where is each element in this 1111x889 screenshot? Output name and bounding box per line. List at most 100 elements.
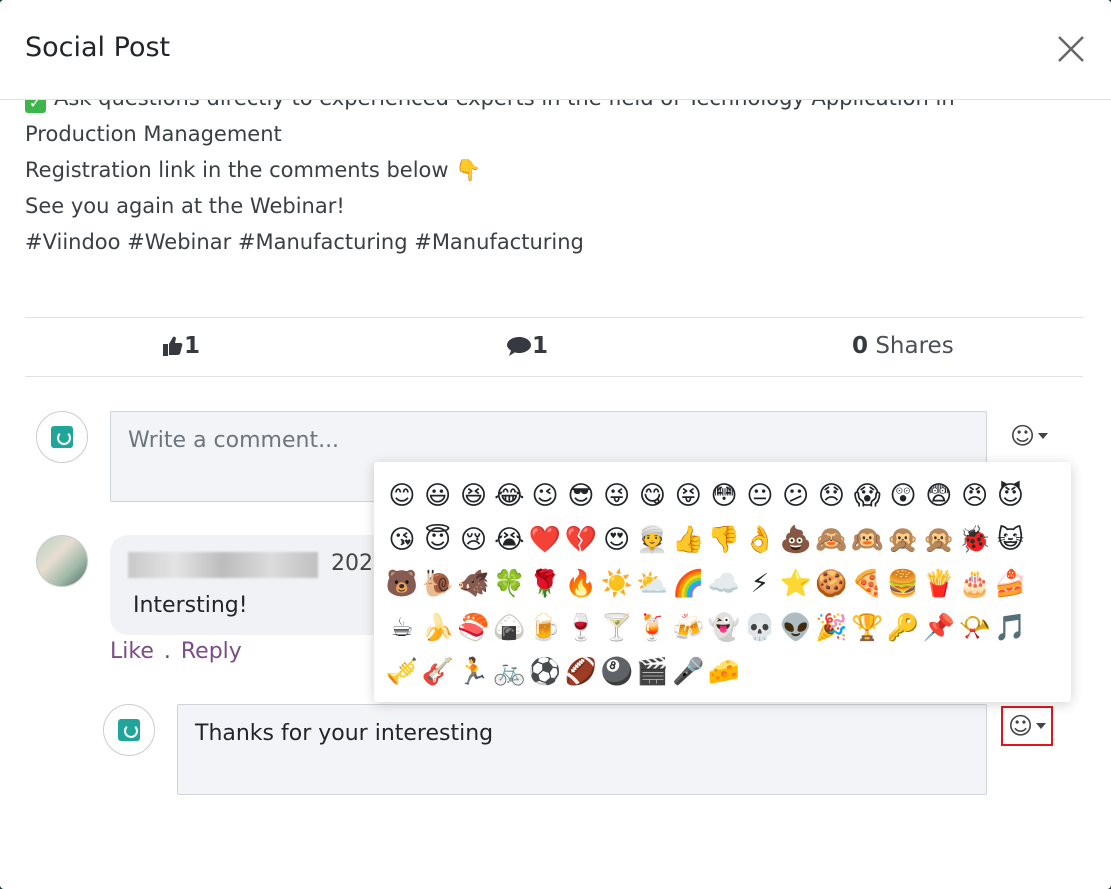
like-link[interactable]: Like [110,639,154,664]
emoji-option[interactable]: 😳 [706,474,742,518]
emoji-option[interactable]: 🍰 [993,562,1029,606]
emoji-option[interactable]: 🍔 [885,562,921,606]
emoji-option[interactable]: 😝 [670,474,706,518]
emoji-option[interactable]: 🍻 [670,606,706,650]
smiley-icon: ☺ [1008,712,1034,740]
emoji-option[interactable]: 🍸 [599,606,635,650]
emoji-option[interactable]: 🌹 [527,562,563,606]
emoji-option[interactable]: 🏆 [849,606,885,650]
comment-bubble [110,535,390,635]
emoji-option[interactable]: 😇 [420,518,456,562]
emoji-option[interactable]: 🙊 [921,518,957,562]
emoji-option[interactable]: 😎 [563,474,599,518]
emoji-option[interactable]: 🔑 [885,606,921,650]
emoji-option[interactable]: 🎬 [635,650,671,694]
emoji-option[interactable]: 🎵 [993,606,1029,650]
emoji-picker-button-active[interactable]: ☺ [1000,706,1054,746]
emoji-option[interactable]: 👍 [670,518,706,562]
emoji-option[interactable]: 🔥 [563,562,599,606]
modal-title: Social Post [25,32,171,63]
emoji-option[interactable]: ⚡ [742,562,778,606]
emoji-option[interactable]: 😱 [849,474,885,518]
emoji-option[interactable]: 🍪 [814,562,850,606]
emoji-option[interactable]: 🍀 [491,562,527,606]
post-hashtags: #Viindoo #Webinar #Manufacturing #Manufa… [25,230,584,254]
emoji-option[interactable]: ☕ [384,606,420,650]
emoji-option[interactable]: 🐞 [957,518,993,562]
emoji-option[interactable]: 🌈 [670,562,706,606]
emoji-option[interactable]: 🍹 [635,606,671,650]
emoji-option[interactable]: 👳 [635,518,671,562]
emoji-option[interactable]: ⭐ [778,562,814,606]
emoji-option[interactable]: 🙊 [885,518,921,562]
shares-stat: 0 Shares [852,333,954,359]
emoji-option[interactable]: ⚽ [527,650,563,694]
reply-link[interactable]: Reply [181,639,242,664]
emoji-option[interactable]: 😉 [527,474,563,518]
emoji-option[interactable]: 🚲 [491,650,527,694]
emoji-option[interactable]: 🎺 [384,650,420,694]
shares-label: Shares [875,333,954,359]
emoji-option[interactable]: 👎 [706,518,742,562]
emoji-option[interactable]: 🐗 [456,562,492,606]
emoji-option[interactable]: 😭 [491,518,527,562]
emoji-option[interactable]: 😂 [491,474,527,518]
emoji-option[interactable]: ❤️ [527,518,563,562]
emoji-option[interactable]: ☀️ [599,562,635,606]
emoji-option[interactable]: 💔 [563,518,599,562]
emoji-picker-button[interactable]: ☺ [1010,422,1049,450]
emoji-option[interactable]: 🙈 [814,518,850,562]
emoji-option[interactable]: 🏃 [456,650,492,694]
commenter-name-blurred [128,552,318,578]
emoji-option[interactable]: 😨 [921,474,957,518]
emoji-option[interactable]: 🍕 [849,562,885,606]
emoji-option[interactable]: 📯 [957,606,993,650]
emoji-option[interactable]: 🏈 [563,650,599,694]
emoji-option[interactable]: 🍙 [491,606,527,650]
emoji-option[interactable]: 😋 [635,474,671,518]
emoji-option[interactable]: 🍟 [921,562,957,606]
emoji-option[interactable]: 🐌 [420,562,456,606]
emoji-option[interactable]: 😞 [814,474,850,518]
emoji-option[interactable]: 👻 [706,606,742,650]
post-line: See you again at the Webinar! [25,194,345,218]
emoji-option[interactable]: 🙉 [849,518,885,562]
emoji-option[interactable]: ⛅ [635,562,671,606]
emoji-option[interactable]: 📌 [921,606,957,650]
likes-stat[interactable]: 1 [162,333,200,359]
emoji-option[interactable]: 🍷 [563,606,599,650]
emoji-option[interactable]: 🎉 [814,606,850,650]
emoji-option[interactable]: 😐 [742,474,778,518]
emoji-option[interactable]: 😕 [778,474,814,518]
emoji-option[interactable]: 😘 [384,518,420,562]
emoji-option[interactable]: 😊 [384,474,420,518]
emoji-option[interactable]: 🐻 [384,562,420,606]
emoji-option[interactable]: 👌 [742,518,778,562]
emoji-option[interactable]: 🎤 [670,650,706,694]
emoji-option[interactable]: 😃 [420,474,456,518]
reply-input[interactable]: Thanks for your interesting [177,704,987,795]
emoji-option[interactable]: 😜 [599,474,635,518]
emoji-option[interactable]: 😈 [993,474,1029,518]
emoji-option[interactable]: 😺 [993,518,1029,562]
shares-count: 0 [852,333,869,359]
emoji-option[interactable]: 🎱 [599,650,635,694]
emoji-option[interactable]: 😆 [456,474,492,518]
emoji-option[interactable]: 🎂 [957,562,993,606]
emoji-option[interactable]: 👽 [778,606,814,650]
smiley-icon: ☺ [1010,422,1036,450]
emoji-option[interactable]: 😠 [957,474,993,518]
emoji-option[interactable]: 🍣 [456,606,492,650]
close-button[interactable] [1056,34,1086,64]
emoji-option[interactable]: 🎸 [420,650,456,694]
emoji-option[interactable]: 💩 [778,518,814,562]
emoji-option[interactable]: 🧀 [706,650,742,694]
emoji-option[interactable]: 😲 [885,474,921,518]
emoji-option[interactable]: 🍺 [527,606,563,650]
emoji-option[interactable]: 😢 [456,518,492,562]
emoji-option[interactable]: 💀 [742,606,778,650]
emoji-option[interactable]: 🍌 [420,606,456,650]
emoji-option[interactable]: 😍 [599,518,635,562]
emoji-option[interactable]: ☁️ [706,562,742,606]
comments-stat[interactable]: 1 [506,333,548,359]
